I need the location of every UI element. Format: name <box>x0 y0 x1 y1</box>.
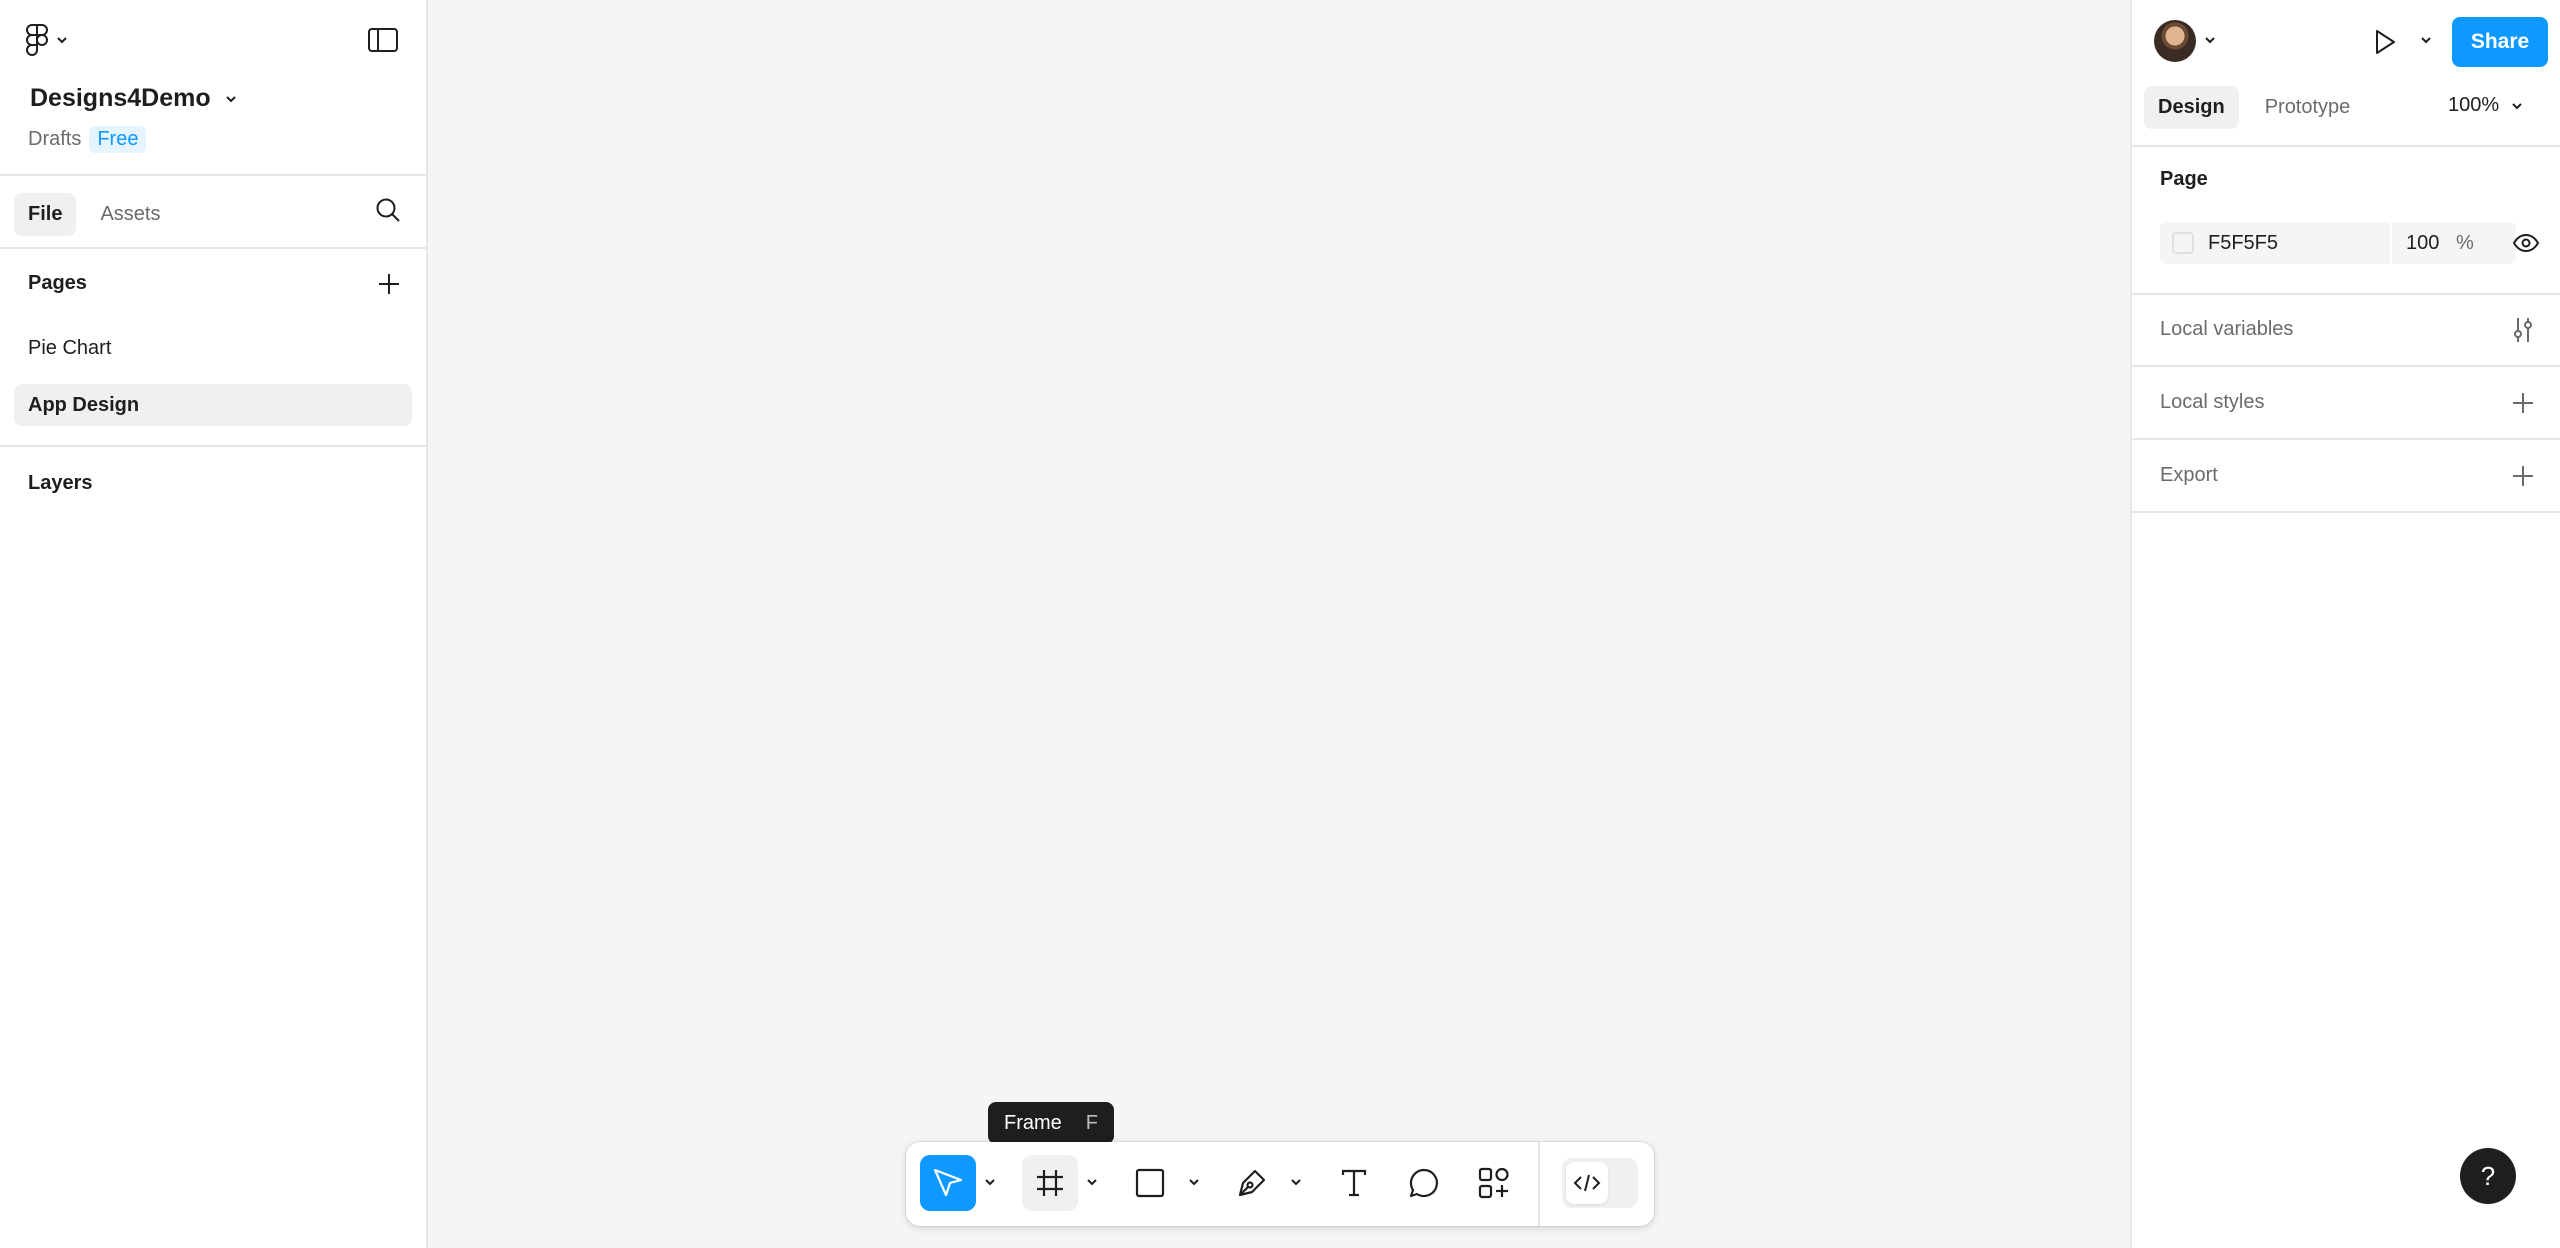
left-sidebar: Designs4Demo Drafts Free File Assets Pag… <box>0 0 428 1248</box>
divider <box>2132 438 2560 440</box>
main-menu-button[interactable] <box>26 24 68 56</box>
page-item-pie-chart[interactable]: Pie Chart <box>14 327 412 369</box>
actions-tool-button[interactable] <box>1466 1155 1522 1211</box>
dev-mode-toggle[interactable] <box>1562 1158 1638 1208</box>
comment-icon <box>1408 1167 1440 1199</box>
page-item-label: App Design <box>28 394 140 416</box>
chevron-down-icon[interactable] <box>984 1178 996 1186</box>
dev-mode-knob <box>1566 1162 1608 1204</box>
pen-tool-button[interactable] <box>1224 1155 1280 1211</box>
pen-icon <box>1236 1167 1268 1199</box>
chevron-down-icon[interactable] <box>1188 1178 1200 1186</box>
plus-icon <box>2510 390 2536 416</box>
file-name: Designs4Demo <box>30 84 211 112</box>
comment-tool-button[interactable] <box>1396 1155 1452 1211</box>
tooltip-shortcut: F <box>1085 1111 1099 1134</box>
drafts-link[interactable]: Drafts <box>28 128 81 151</box>
plan-badge: Free <box>89 126 147 153</box>
right-tabs: Design Prototype <box>2144 86 2364 129</box>
toggle-visibility-button[interactable] <box>2512 231 2540 255</box>
page-section-title: Page <box>2160 168 2208 190</box>
code-icon <box>1572 1173 1602 1193</box>
zoom-dropdown[interactable]: 100% <box>2448 94 2523 117</box>
open-variables-button[interactable] <box>2510 316 2536 344</box>
chevron-down-icon[interactable] <box>1086 1178 1098 1186</box>
chevron-down-icon[interactable] <box>2204 36 2216 44</box>
search-icon <box>374 196 402 224</box>
sliders-icon <box>2510 316 2536 344</box>
text-tool-button[interactable] <box>1326 1155 1382 1211</box>
divider <box>2132 293 2560 295</box>
local-variables-title[interactable]: Local variables <box>2160 318 2293 341</box>
divider <box>0 247 426 249</box>
chevron-down-icon[interactable] <box>1290 1178 1302 1186</box>
share-button[interactable]: Share <box>2452 17 2548 67</box>
cursor-icon <box>931 1166 965 1200</box>
divider <box>2132 511 2560 513</box>
right-panel: Share Design Prototype 100% Page F5F5F5 … <box>2130 0 2560 1248</box>
add-page-button[interactable] <box>376 271 402 297</box>
local-styles-title: Local styles <box>2160 391 2265 413</box>
frame-tool-button[interactable] <box>1022 1155 1078 1211</box>
zoom-level: 100% <box>2448 94 2500 116</box>
left-tabs: File Assets <box>14 193 174 236</box>
components-icon <box>1477 1166 1511 1200</box>
background-hex-input[interactable]: F5F5F5 <box>2208 232 2390 255</box>
plus-icon <box>376 271 402 297</box>
avatar[interactable] <box>2154 20 2196 62</box>
rectangle-tool-button[interactable] <box>1122 1155 1178 1211</box>
tab-design[interactable]: Design <box>2144 86 2239 129</box>
text-icon <box>1339 1168 1369 1198</box>
tab-file[interactable]: File <box>14 193 77 236</box>
page-item-label: Pie Chart <box>28 337 112 359</box>
tab-assets[interactable]: Assets <box>86 193 174 236</box>
play-icon <box>2372 28 2398 56</box>
move-tool-button[interactable] <box>920 1155 976 1211</box>
plus-icon <box>2510 463 2536 489</box>
rectangle-icon <box>1135 1168 1165 1198</box>
color-swatch[interactable] <box>2172 232 2194 254</box>
field-separator <box>2390 222 2392 264</box>
tooltip-label: Frame <box>1004 1111 1062 1134</box>
sidebar-icon <box>368 28 398 52</box>
page-background-field[interactable]: F5F5F5 100 % <box>2160 222 2516 264</box>
chevron-down-icon <box>2511 102 2523 110</box>
layers-heading: Layers <box>28 472 93 494</box>
bottom-toolbar <box>906 1142 1654 1226</box>
chevron-down-icon <box>56 36 68 44</box>
chevron-down-icon[interactable] <box>2420 36 2432 44</box>
pages-heading: Pages <box>28 272 87 294</box>
opacity-unit: % <box>2456 231 2474 254</box>
divider <box>2132 365 2560 367</box>
canvas[interactable] <box>428 0 2130 1248</box>
opacity-input[interactable]: 100 <box>2406 232 2456 255</box>
toolbar-divider <box>1538 1142 1540 1226</box>
eye-icon <box>2512 231 2540 255</box>
present-button[interactable] <box>2372 28 2398 56</box>
divider <box>0 174 426 176</box>
chevron-down-icon <box>225 95 237 103</box>
add-export-button[interactable] <box>2510 463 2536 489</box>
page-item-app-design[interactable]: App Design <box>14 384 412 426</box>
tab-prototype[interactable]: Prototype <box>2251 86 2365 129</box>
toggle-sidebar-button[interactable] <box>368 28 398 52</box>
frame-tooltip: Frame F <box>988 1102 1115 1152</box>
help-button[interactable]: ? <box>2460 1148 2516 1204</box>
divider <box>2132 145 2560 147</box>
frame-icon <box>1035 1168 1065 1198</box>
search-button[interactable] <box>374 196 402 224</box>
divider <box>0 445 426 447</box>
add-style-button[interactable] <box>2510 390 2536 416</box>
file-location: Drafts Free <box>28 126 147 153</box>
figma-logo-icon <box>26 24 48 56</box>
export-title: Export <box>2160 464 2218 486</box>
file-name-button[interactable]: Designs4Demo <box>30 84 237 113</box>
